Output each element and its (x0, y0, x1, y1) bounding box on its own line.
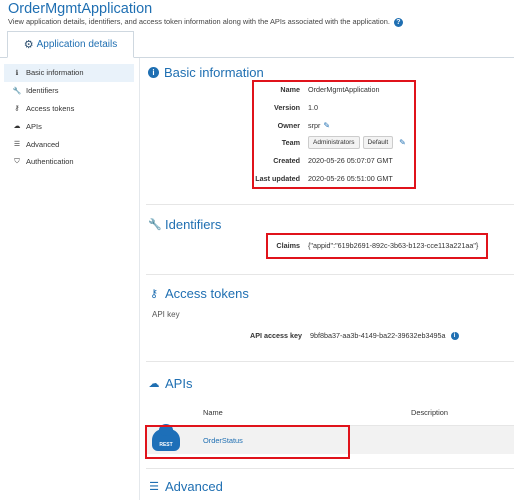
highlight-box-basic-info (252, 80, 416, 189)
sidebar-item-advanced[interactable]: ☰ Advanced (4, 135, 134, 153)
tab-bar: ⚙ Application details (0, 31, 514, 58)
wrench-icon: 🔧 (12, 87, 22, 95)
section-title-text: Identifiers (165, 217, 222, 232)
cloud-icon: ☁ (148, 378, 160, 390)
sidebar-item-label: Authentication (26, 157, 74, 167)
sidebar-item-label: APIs (26, 121, 42, 131)
api-key-subtitle: API key (152, 310, 180, 319)
section-divider (146, 361, 514, 362)
server-icon: ☰ (149, 481, 159, 493)
table-header: Name Description (146, 398, 514, 426)
sidebar-item-label: Advanced (26, 139, 60, 149)
section-advanced-title: ☰ Advanced (148, 479, 223, 494)
api-access-key-value: 9bf8ba37-aa3b-4149-ba22-39632eb3495a (310, 331, 446, 340)
info-icon: i (148, 67, 159, 78)
sidebar-item-access-tokens[interactable]: ⚷ Access tokens (4, 100, 134, 118)
section-title-text: Basic information (164, 65, 264, 80)
section-title-text: Advanced (165, 479, 223, 494)
sidebar-item-label: Basic information (26, 68, 84, 78)
api-access-key-row: API access key 9bf8ba37-aa3b-4149-ba22-3… (232, 331, 459, 340)
sidebar-item-label: Access tokens (26, 103, 75, 113)
sidebar-divider (139, 58, 140, 500)
column-header-name: Name (203, 408, 223, 417)
sidebar: ℹ Basic information 🔧 Identifiers ⚷ Acce… (4, 64, 134, 171)
info-icon[interactable]: i (450, 331, 459, 340)
server-icon: ☰ (13, 141, 21, 149)
sidebar-item-authentication[interactable]: ⛉ Authentication (4, 153, 134, 171)
key-icon: ⚷ (149, 288, 159, 300)
gears-icon: ⚙ (23, 39, 34, 51)
sidebar-item-identifiers[interactable]: 🔧 Identifiers (4, 82, 134, 100)
section-divider (146, 274, 514, 275)
shield-icon: ⛉ (14, 157, 20, 165)
section-divider (146, 468, 514, 469)
tab-label: Application details (36, 39, 118, 50)
sidebar-item-basic-information[interactable]: ℹ Basic information (4, 64, 134, 82)
section-identifiers-title: 🔧 Identifiers (148, 217, 221, 232)
api-access-key-label: API access key (250, 331, 302, 340)
section-divider (146, 204, 514, 205)
column-header-description: Description (411, 408, 448, 417)
section-apis-title: ☁ APIs (148, 376, 193, 391)
section-title-text: APIs (165, 376, 193, 391)
page-subtitle-text: View application details, identifiers, a… (8, 17, 390, 26)
wrench-icon: 🔧 (148, 219, 162, 231)
highlight-box-api-row (145, 425, 350, 459)
sidebar-item-apis[interactable]: ☁ APIs (4, 117, 134, 135)
cloud-icon: ☁ (13, 123, 21, 131)
section-basic-information-title: i Basic information (148, 65, 264, 80)
page-title: OrderMgmtApplication (8, 1, 153, 17)
sidebar-item-label: Identifiers (26, 86, 59, 96)
help-icon[interactable]: ? (393, 17, 403, 27)
info-icon: ℹ (15, 69, 19, 77)
section-access-tokens-title: ⚷ Access tokens (148, 286, 249, 301)
tab-application-details[interactable]: ⚙ Application details (7, 31, 134, 58)
section-title-text: Access tokens (165, 286, 249, 301)
key-icon: ⚷ (14, 105, 20, 113)
highlight-box-claims (266, 233, 488, 259)
page-subtitle: View application details, identifiers, a… (8, 17, 403, 27)
